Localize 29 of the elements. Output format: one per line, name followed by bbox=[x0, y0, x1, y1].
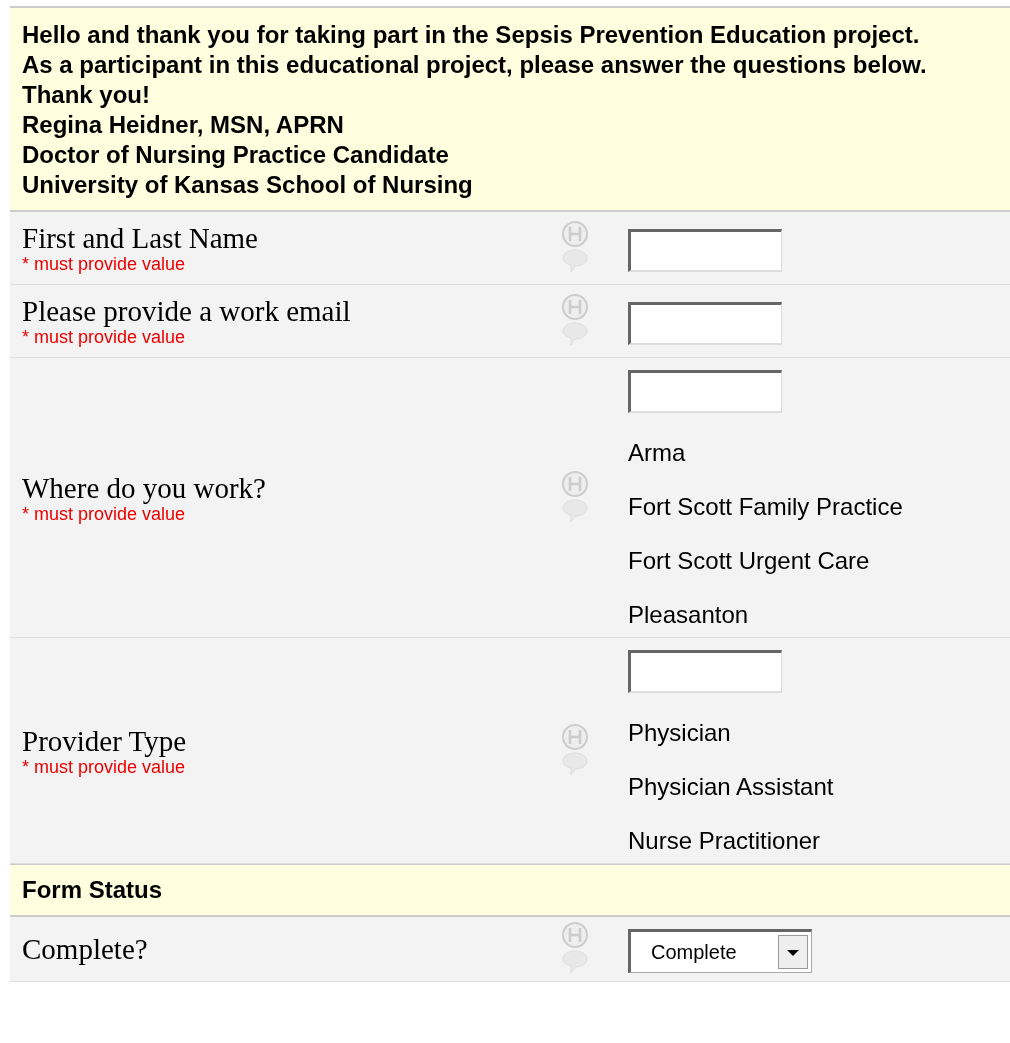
required-note: * must provide value bbox=[22, 756, 187, 777]
option-label[interactable]: Fort Scott Family Practice bbox=[628, 493, 903, 521]
caret-icon bbox=[778, 935, 808, 969]
field-label: Please provide a work email bbox=[22, 295, 352, 327]
text-input[interactable] bbox=[628, 228, 782, 272]
required-note: * must provide value bbox=[22, 327, 187, 347]
field-label: Complete? bbox=[22, 933, 149, 965]
section-header: Form Status bbox=[10, 864, 1010, 917]
field-label: First and Last Name bbox=[22, 222, 259, 254]
status-dropdown[interactable]: Complete bbox=[628, 929, 812, 973]
intro-text: Thank you! bbox=[22, 80, 151, 110]
option-label[interactable]: Physician Assistant bbox=[628, 773, 834, 801]
intro-text: Doctor of Nursing Practice Candidate bbox=[22, 140, 450, 170]
text-input[interactable] bbox=[628, 370, 782, 413]
option-label[interactable]: Fort Scott Urgent Care bbox=[628, 547, 870, 575]
required-note: * must provide value bbox=[22, 503, 187, 524]
option-label[interactable]: Physician bbox=[628, 719, 731, 747]
field-label: Provider Type bbox=[22, 724, 188, 757]
field-label: Where do you work? bbox=[22, 471, 267, 504]
intro-text: University of Kansas School of Nursing bbox=[22, 170, 474, 200]
text-input[interactable] bbox=[628, 650, 782, 693]
option-label[interactable]: Arma bbox=[628, 439, 686, 467]
required-note: * must provide value bbox=[22, 254, 187, 274]
intro-text: Regina Heidner, MSN, APRN bbox=[22, 110, 345, 140]
text-input[interactable] bbox=[628, 301, 782, 345]
option-label[interactable]: Nurse Practitioner bbox=[628, 827, 821, 855]
intro-text: As a participant in this educational project, please answer the questions below. bbox=[22, 50, 928, 80]
option-label[interactable]: Pleasanton bbox=[628, 601, 749, 629]
intro-text: Hello and thank you for taking part in the Sepsis Prevention Education project. bbox=[22, 20, 921, 50]
